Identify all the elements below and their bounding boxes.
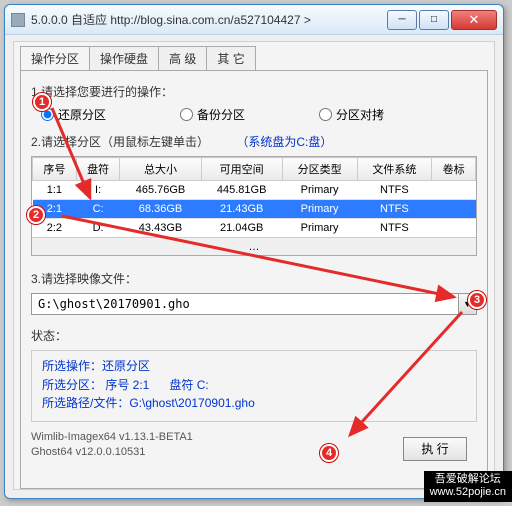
annotation-3: 3 [468,291,486,309]
annotation-1: 1 [33,93,51,111]
annotation-2: 2 [27,206,45,224]
watermark: 吾爱破解论坛www.52pojie.cn [424,471,512,503]
annotation-4: 4 [320,444,338,462]
annotation-arrows [0,0,512,506]
tab-partition[interactable]: 操作分区 [20,46,90,70]
